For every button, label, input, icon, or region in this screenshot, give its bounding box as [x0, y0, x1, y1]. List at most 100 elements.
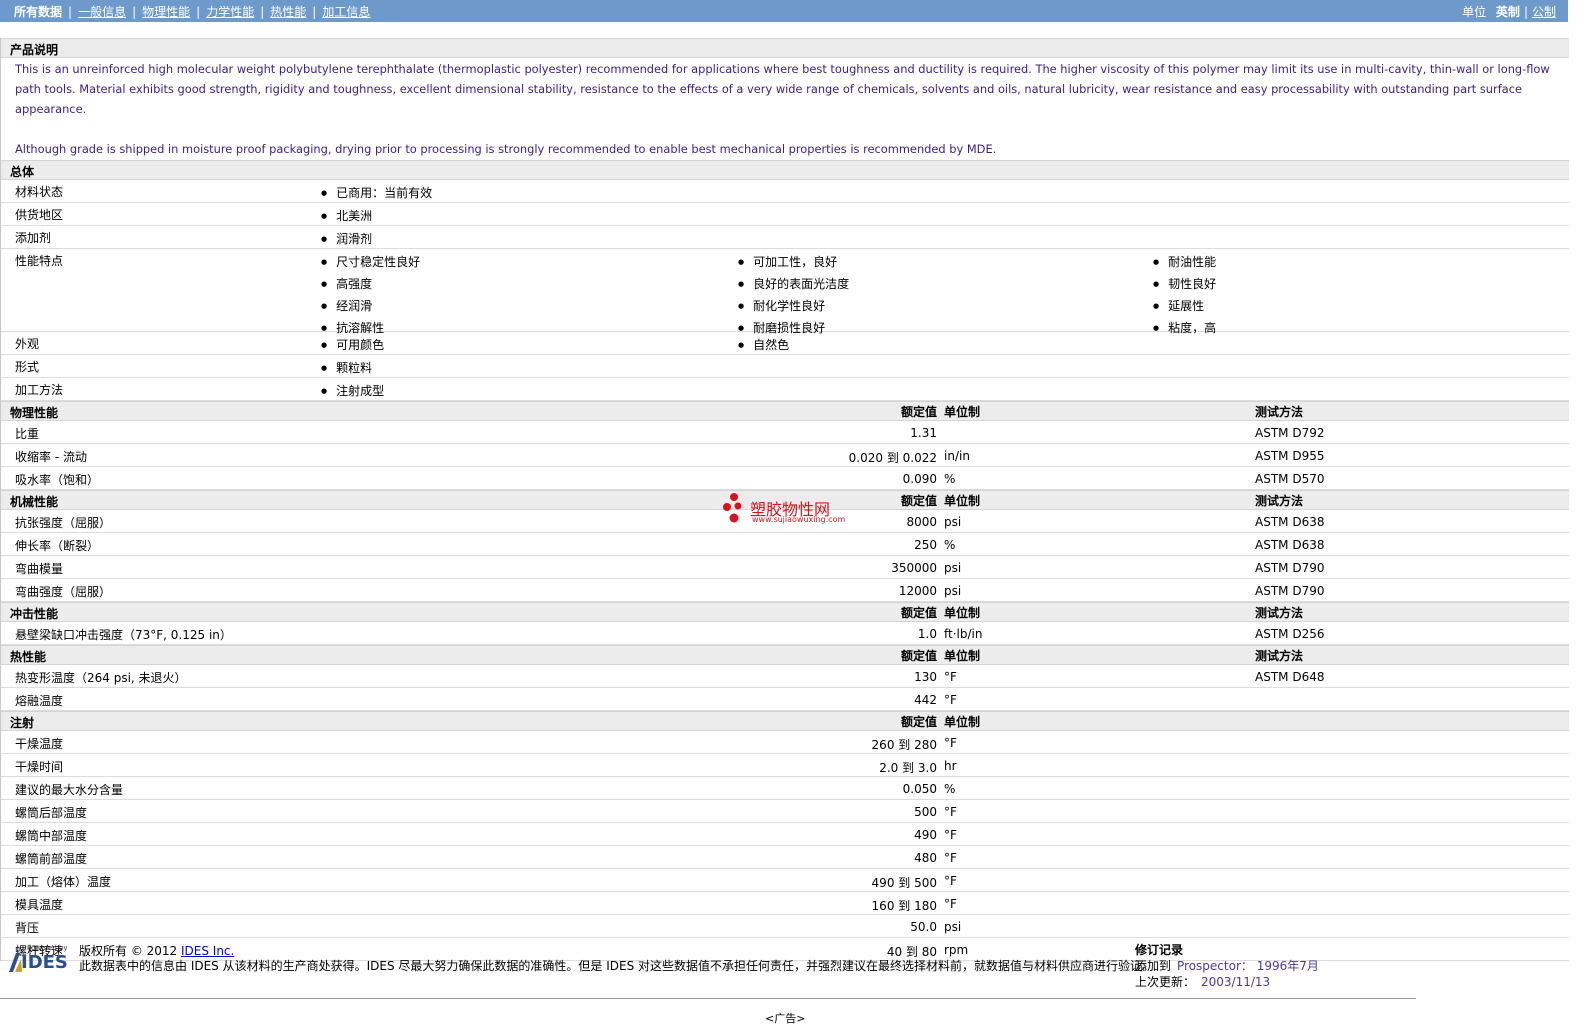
column-header-nominal: 额定值: [900, 715, 937, 729]
property-unit: in/in: [944, 449, 970, 463]
property-value: 0.050: [902, 782, 937, 796]
general-row-label: 加工方法: [15, 383, 64, 397]
property-label: 伸长率（断裂）: [15, 539, 100, 553]
property-label: 加工（熔体）温度: [15, 875, 112, 889]
property-value: 490 到 500: [871, 876, 937, 890]
bullet-item: 润滑剂: [321, 229, 372, 251]
property-label: 比重: [15, 427, 40, 441]
property-value: 480: [914, 851, 937, 865]
top-navigation-bar: 所有数据 | 一般信息 | 物理性能 | 力学性能 | 热性能 | 加工信息 单位 英制 | 公制: [0, 0, 1568, 22]
revision-added-value: Prospector： 1996年7月: [1177, 959, 1319, 973]
property-row: 螺筒后部温度 500 °F: [1, 800, 1569, 823]
property-test-method: ASTM D792: [1255, 426, 1325, 440]
bullet-item: 已商用：当前有效: [321, 183, 432, 205]
property-value: 350000: [891, 561, 937, 575]
unit-metric-link[interactable]: 公制: [1532, 5, 1556, 19]
property-value: 2.0 到 3.0: [879, 761, 937, 775]
property-label: 螺筒后部温度: [15, 806, 88, 820]
section-nav: 所有数据 | 一般信息 | 物理性能 | 力学性能 | 热性能 | 加工信息: [14, 5, 371, 19]
bullet-item: 延展性: [1153, 296, 1216, 318]
revision-updated-label: 上次更新：: [1135, 975, 1196, 989]
column-header-test: 测试方法: [1255, 649, 1304, 663]
column-header-unit: 单位制: [944, 649, 981, 663]
property-row: 加工（熔体）温度 490 到 500 °F: [1, 869, 1569, 892]
property-label: 建议的最大水分含量: [15, 783, 124, 797]
ides-link[interactable]: IDES Inc.: [181, 944, 234, 958]
property-label: 螺筒中部温度: [15, 829, 88, 843]
property-label: 干燥时间: [15, 760, 64, 774]
general-table: 材料状态 已商用：当前有效供货地区 北美洲添加剂 润滑剂性能特点 尺寸稳定性良好高强度经…: [1, 180, 1569, 401]
nav-link-mechanical[interactable]: 力学性能: [206, 5, 254, 19]
general-row: 外观 可用颜色 自然色: [1, 332, 1569, 355]
property-value: 490: [914, 828, 937, 842]
bullet-item: 耐油性能: [1153, 252, 1216, 274]
nav-link-general-info[interactable]: 一般信息: [78, 5, 126, 19]
bullet-list: 耐油性能韧性良好延展性粘度，高: [1153, 252, 1216, 340]
description-body: This is an unreinforced high molecular w…: [1, 58, 1569, 160]
property-row: 悬壁梁缺口冲击强度（73°F, 0.125 in） 1.0 ft·lb/in ASTM…: [1, 622, 1569, 645]
description-title: 产品说明: [10, 43, 59, 57]
description-header: 产品说明: [1, 38, 1569, 58]
description-paragraph: Although grade is shipped in moisture pr…: [15, 142, 997, 156]
bullet-item: 韧性良好: [1153, 274, 1216, 296]
property-test-method: ASTM D648: [1255, 670, 1325, 684]
bullet-list: 北美洲: [321, 206, 372, 228]
general-row: 性能特点尺寸稳定性良好高强度经润滑抗溶解性可加工性，良好良好的表面光洁度耐化学性…: [1, 249, 1569, 335]
general-header: 总体: [1, 160, 1569, 180]
nav-link-physical[interactable]: 物理性能: [142, 5, 190, 19]
ad-label: <广告>: [765, 1012, 806, 1025]
property-value: 260 到 280: [871, 738, 937, 752]
section-title: 物理性能: [10, 406, 59, 420]
column-header-test: 测试方法: [1255, 405, 1304, 419]
section-header: 注射 额定值 单位制: [1, 711, 1569, 731]
property-label: 收缩率 - 流动: [15, 450, 87, 464]
property-test-method: ASTM D256: [1255, 627, 1325, 641]
property-value: 1.0: [917, 627, 937, 641]
property-row: 模具温度 160 到 180 °F: [1, 892, 1569, 915]
property-row: 干燥温度 260 到 280 °F: [1, 731, 1569, 754]
property-value: 0.020 到 0.022: [848, 451, 937, 465]
general-title: 总体: [10, 165, 35, 179]
property-test-method: ASTM D638: [1255, 515, 1325, 529]
revision-title: 修订记录: [1135, 943, 1184, 957]
bullet-item: 耐化学性良好: [738, 296, 849, 318]
bullet-item: 尺寸稳定性良好: [321, 252, 420, 274]
bullet-item: 可加工性，良好: [738, 252, 849, 274]
property-unit: °F: [944, 805, 957, 819]
property-unit: psi: [944, 561, 962, 575]
general-row-label: 外观: [15, 337, 40, 351]
unit-english: 英制: [1495, 5, 1520, 19]
section-title: 冲击性能: [10, 607, 59, 621]
property-unit: °F: [944, 874, 957, 888]
column-header-nominal: 额定值: [900, 494, 937, 508]
ides-logo: Powered by IDES: [7, 944, 69, 973]
property-value: 500: [914, 805, 937, 819]
property-label: 背压: [15, 921, 40, 935]
general-row: 加工方法 注射成型: [1, 378, 1569, 401]
general-row: 添加剂 润滑剂: [1, 226, 1569, 249]
nav-link-thermal[interactable]: 热性能: [270, 5, 306, 19]
section-title: 热性能: [10, 650, 47, 664]
property-value: 250: [914, 538, 937, 552]
logo-wordmark: IDES: [21, 952, 68, 973]
column-header-unit: 单位制: [944, 405, 981, 419]
bullet-item: 高强度: [321, 274, 420, 296]
disclaimer-text: 此数据表中的信息由 IDES 从该材料的生产商处获得。IDES 尽最大努力确保此…: [79, 959, 1155, 973]
bullet-list: 颗粒料: [321, 358, 372, 380]
nav-link-processing[interactable]: 加工信息: [322, 5, 370, 19]
property-row: 收缩率 - 流动 0.020 到 0.022 in/in ASTM D955: [1, 444, 1569, 467]
property-label: 干燥温度: [15, 737, 64, 751]
bullet-item: 颗粒料: [321, 358, 372, 380]
property-row: 吸水率（饱和） 0.090% ASTM D570: [1, 467, 1569, 490]
property-value: 160 到 180: [871, 899, 937, 913]
property-row: 建议的最大水分含量 0.050%: [1, 777, 1569, 800]
copyright-block: 版权所有 © 2012 IDES Inc. 此数据表中的信息由 IDES 从该材…: [79, 944, 1154, 974]
bullet-list: 可用颜色: [321, 335, 384, 357]
property-unit: °F: [944, 851, 957, 865]
property-unit: °F: [944, 736, 957, 750]
column-header-nominal: 额定值: [900, 606, 937, 620]
revision-added-label: 添加到: [1135, 959, 1172, 973]
property-test-method: ASTM D570: [1255, 472, 1325, 486]
property-label: 弯曲模量: [15, 562, 64, 576]
property-row: 熔融温度 442 °F: [1, 688, 1569, 711]
